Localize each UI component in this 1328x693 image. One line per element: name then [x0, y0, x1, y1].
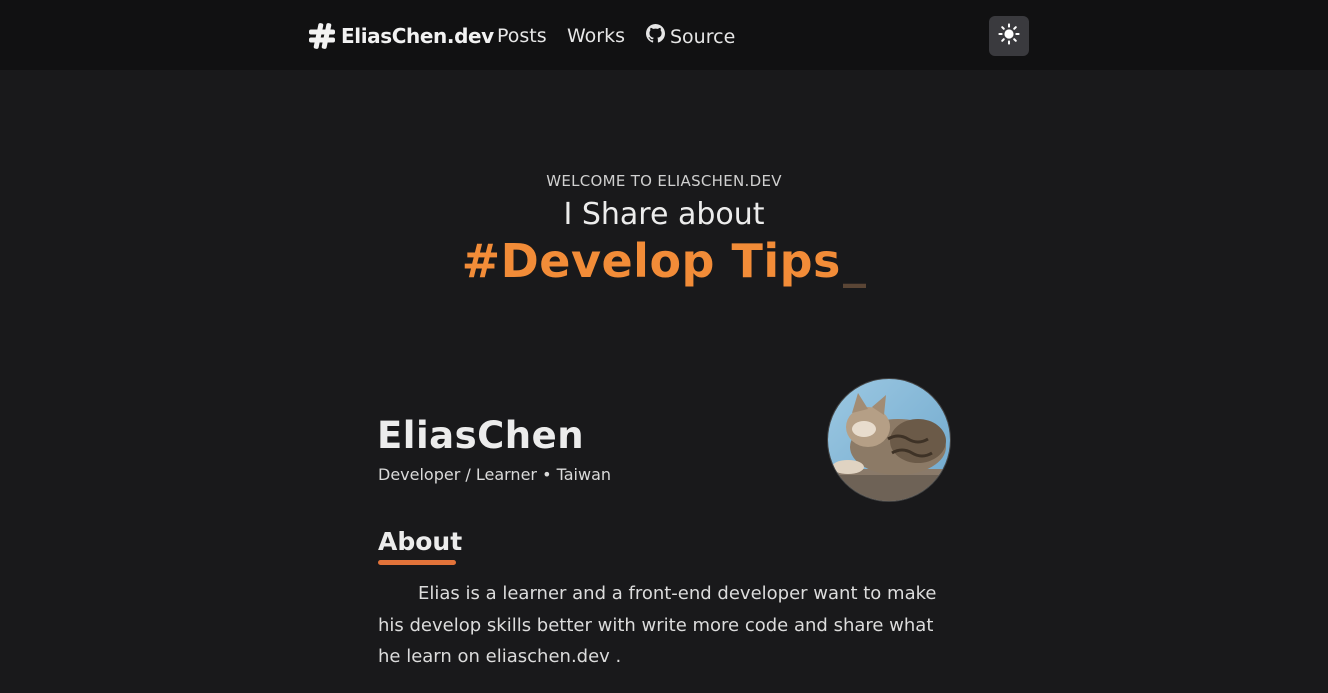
hero-topic-text: #Develop Tips: [461, 234, 841, 288]
nav-link-source[interactable]: Source: [646, 24, 735, 49]
about-underline: [378, 560, 456, 565]
hero-tagline: I Share about: [563, 197, 765, 232]
hero-topic: #Develop Tips_: [0, 234, 1328, 288]
profile-subtitle: Developer / Learner • Taiwan: [378, 465, 612, 484]
theme-toggle-button[interactable]: [989, 16, 1029, 56]
hashtag-icon: [307, 21, 337, 51]
about-body-text: Elias is a learner and a front-end devel…: [378, 583, 937, 667]
profile-name: EliasChen: [377, 414, 585, 457]
site-logo-link[interactable]: EliasChen.dev: [307, 20, 494, 52]
nav-link-posts[interactable]: Posts: [497, 24, 547, 48]
typing-cursor: _: [842, 234, 867, 288]
nav-link-works[interactable]: Works: [567, 24, 625, 48]
nav-link-source-label: Source: [670, 25, 736, 48]
hero-welcome-text: WELCOME TO ELIASCHEN.DEV: [546, 172, 782, 190]
avatar: [827, 378, 951, 502]
github-icon: [646, 24, 670, 49]
top-navbar: EliasChen.dev Posts Works Source: [0, 0, 1328, 70]
logo-text: EliasChen.dev: [341, 24, 494, 48]
about-heading: About: [378, 527, 463, 556]
sun-icon: [998, 23, 1020, 49]
